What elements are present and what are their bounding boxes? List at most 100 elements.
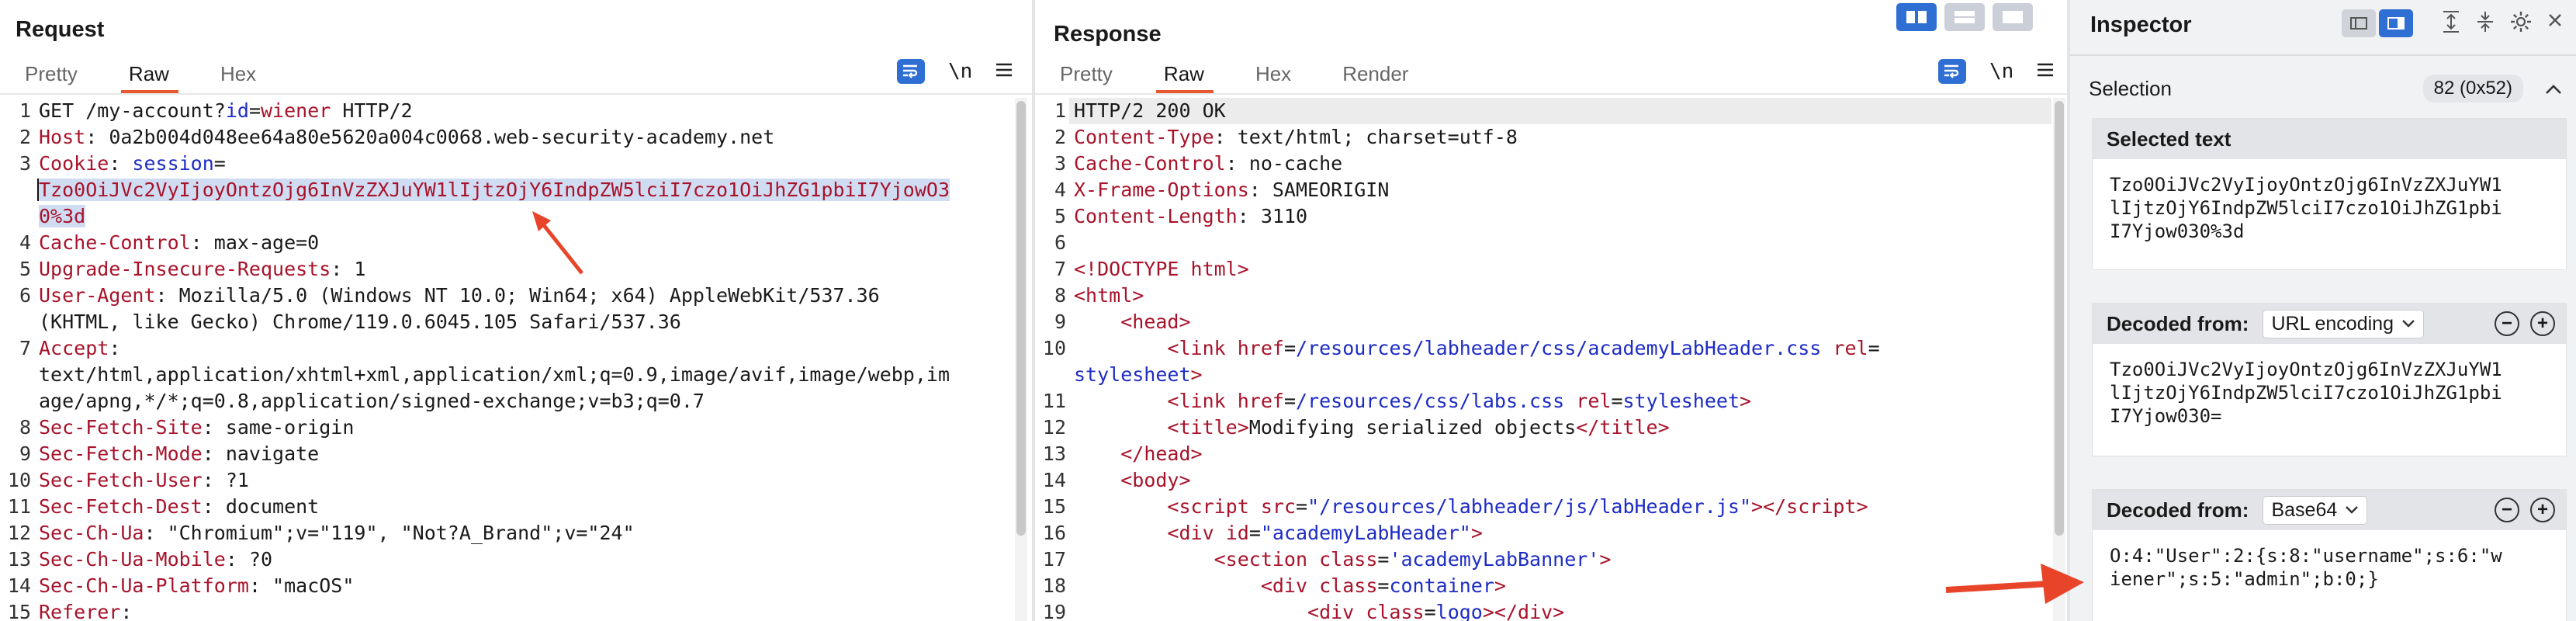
chevron-down-icon	[2402, 320, 2415, 328]
code-line[interactable]: <body>	[1074, 467, 1190, 494]
line-number: 12	[7, 522, 31, 544]
code-line[interactable]: 0%3d	[39, 203, 86, 230]
code-line[interactable]: <head>	[1074, 309, 1190, 335]
code-line[interactable]: <title>Modifying serialized objects</tit…	[1074, 415, 1669, 441]
remove-decoding-icon[interactable]: −	[2495, 311, 2519, 336]
collapse-chevron-up-icon[interactable]	[2545, 77, 2562, 101]
code-line[interactable]: Tzo0OiJVc2VyIjoyOntzOjg6InVzZXJuYW1lIjtz…	[39, 177, 950, 203]
code-line[interactable]: <link href=/resources/labheader/css/acad…	[1074, 335, 1879, 362]
line-number: 14	[1042, 469, 1066, 491]
encoding-select-value: Base64	[2271, 498, 2338, 521]
code-line[interactable]: Cache-Control: no-cache	[1074, 151, 1342, 177]
show-newlines-toggle[interactable]: \n	[948, 60, 972, 83]
line-number: 13	[7, 548, 31, 571]
code-line[interactable]: Referer:	[39, 599, 132, 621]
close-panel-icon[interactable]	[2547, 10, 2564, 37]
code-line[interactable]: Sec-Ch-Ua-Mobile: ?0	[39, 546, 272, 573]
response-tabs: Pretty Raw Hex Render	[1035, 57, 1435, 93]
inspector-title: Inspector	[2090, 12, 2192, 37]
code-line[interactable]: Sec-Fetch-User: ?1	[39, 467, 249, 494]
inspector-detail-view-icon[interactable]	[2379, 9, 2413, 37]
tab-raw[interactable]: Raw	[104, 57, 196, 93]
line-number: 7	[19, 337, 31, 359]
line-number: 2	[19, 126, 31, 148]
tab-pretty[interactable]: Pretty	[1035, 57, 1139, 93]
pretty-print-toggle-icon[interactable]	[1938, 59, 1966, 84]
response-scroll-thumb[interactable]	[2055, 101, 2064, 536]
code-line[interactable]: Upgrade-Insecure-Requests: 1	[39, 256, 365, 283]
tab-hex[interactable]: Hex	[196, 57, 282, 93]
request-scroll-thumb[interactable]	[1016, 101, 1026, 536]
stacked-layout-icon[interactable]	[1944, 3, 1985, 31]
tabbed-layout-icon[interactable]	[1993, 3, 2033, 31]
encoding-select-url[interactable]: URL encoding	[2263, 309, 2424, 338]
line-number: 12	[1042, 416, 1066, 439]
tab-hex[interactable]: Hex	[1231, 57, 1317, 93]
code-line[interactable]: Host: 0a2b004d048ee64a80e5620a004c0068.w…	[39, 124, 774, 151]
code-line[interactable]: </head>	[1074, 441, 1202, 467]
code-line[interactable]: Sec-Fetch-Mode: navigate	[39, 441, 319, 467]
tab-render[interactable]: Render	[1317, 57, 1435, 93]
line-number: 4	[19, 231, 31, 254]
decoded-base64-value[interactable]: O:4:"User":2:{s:8:"username";s:6:"w iene…	[2093, 530, 2566, 605]
code-line[interactable]: <link href=/resources/css/labs.css rel=s…	[1074, 388, 1751, 415]
pretty-print-toggle-icon[interactable]	[897, 59, 925, 84]
code-line[interactable]: Cache-Control: max-age=0	[39, 230, 319, 256]
code-line[interactable]: <section class='academyLabBanner'>	[1074, 546, 1612, 573]
line-number: 6	[19, 284, 31, 307]
inspector-list-view-icon[interactable]	[2342, 9, 2376, 37]
code-line[interactable]: Sec-Ch-Ua-Platform: "macOS"	[39, 573, 354, 599]
response-editor[interactable]: 1 HTTP/2 200 OK 2 Content-Type: text/html; …	[1035, 98, 2051, 621]
code-line[interactable]: <div class=container>	[1074, 573, 1506, 599]
code-line[interactable]: age/apng,*/*;q=0.8,application/signed-ex…	[39, 388, 705, 415]
selected-text-card: Selected text Tzo0OiJVc2VyIjoyOntzOjg6In…	[2092, 118, 2567, 270]
encoding-select-value: URL encoding	[2271, 312, 2394, 335]
code-line[interactable]: text/html,application/xhtml+xml,applicat…	[39, 362, 950, 388]
menu-icon[interactable]	[995, 62, 1013, 82]
code-line[interactable]: User-Agent: Mozilla/5.0 (Windows NT 10.0…	[39, 283, 880, 309]
inspector-panel: Inspector Selection 82 (0x52) Selected t…	[2070, 0, 2576, 621]
code-line[interactable]: X-Frame-Options: SAMEORIGIN	[1074, 177, 1389, 203]
line-number: 9	[19, 442, 31, 465]
settings-gear-icon[interactable]	[2509, 10, 2533, 37]
code-line[interactable]: HTTP/2 200 OK	[1074, 98, 1226, 124]
selected-text-value[interactable]: Tzo0OiJVc2VyIjoyOntzOjg6InVzZXJuYW1 lIjt…	[2093, 159, 2566, 257]
decoded-url-value[interactable]: Tzo0OiJVc2VyIjoyOntzOjg6InVzZXJuYW1 lIjt…	[2093, 344, 2566, 442]
selection-size-badge: 82 (0x52)	[2422, 75, 2523, 102]
menu-icon[interactable]	[2037, 62, 2054, 82]
add-decoding-icon[interactable]: +	[2530, 311, 2555, 336]
tab-raw[interactable]: Raw	[1139, 57, 1231, 93]
line-number: 4	[1054, 179, 1066, 201]
code-line[interactable]: <div class=logo></div>	[1074, 599, 1564, 621]
tab-pretty[interactable]: Pretty	[0, 57, 104, 93]
code-line[interactable]: Accept:	[39, 335, 120, 362]
collapse-all-icon[interactable]	[2475, 10, 2495, 37]
line-number: 10	[1042, 337, 1066, 359]
code-line[interactable]: stylesheet>	[1074, 362, 1203, 388]
request-scrollbar[interactable]	[1015, 98, 1027, 621]
response-scrollbar[interactable]	[2053, 98, 2065, 621]
line-number: 14	[7, 574, 31, 597]
code-line[interactable]: <script src="/resources/labheader/js/lab…	[1074, 494, 1868, 520]
selection-row[interactable]: Selection 82 (0x52)	[2089, 73, 2562, 104]
decoded-base64-header: Decoded from: Base64 − +	[2093, 490, 2566, 530]
code-line[interactable]: <html>	[1074, 283, 1144, 309]
code-line[interactable]: Content-Type: text/html; charset=utf-8	[1074, 124, 1518, 151]
code-line[interactable]: <!DOCTYPE html>	[1074, 256, 1249, 283]
show-newlines-toggle[interactable]: \n	[1989, 60, 2013, 83]
selection-label: Selection	[2089, 76, 2172, 100]
expand-all-icon[interactable]	[2441, 10, 2461, 37]
add-decoding-icon[interactable]: +	[2530, 498, 2555, 522]
code-line[interactable]: Cookie: session=	[39, 151, 226, 177]
code-line[interactable]: Sec-Fetch-Dest: document	[39, 494, 319, 520]
code-line[interactable]: Sec-Ch-Ua: "Chromium";v="119", "Not?A_Br…	[39, 520, 635, 546]
code-line[interactable]: <div id="academyLabHeader">	[1074, 520, 1482, 546]
request-editor[interactable]: 1 GET /my-account?id=wiener HTTP/2 2 Host: …	[0, 98, 1016, 621]
code-line[interactable]: Sec-Fetch-Site: same-origin	[39, 415, 354, 441]
code-line[interactable]: (KHTML, like Gecko) Chrome/119.0.6045.10…	[39, 309, 681, 335]
code-line[interactable]: GET /my-account?id=wiener HTTP/2	[39, 98, 413, 124]
code-line[interactable]: Content-Length: 3110	[1074, 203, 1307, 230]
encoding-select-base64[interactable]: Base64	[2263, 495, 2368, 525]
side-by-side-layout-icon[interactable]	[1896, 3, 1937, 31]
remove-decoding-icon[interactable]: −	[2495, 498, 2519, 522]
